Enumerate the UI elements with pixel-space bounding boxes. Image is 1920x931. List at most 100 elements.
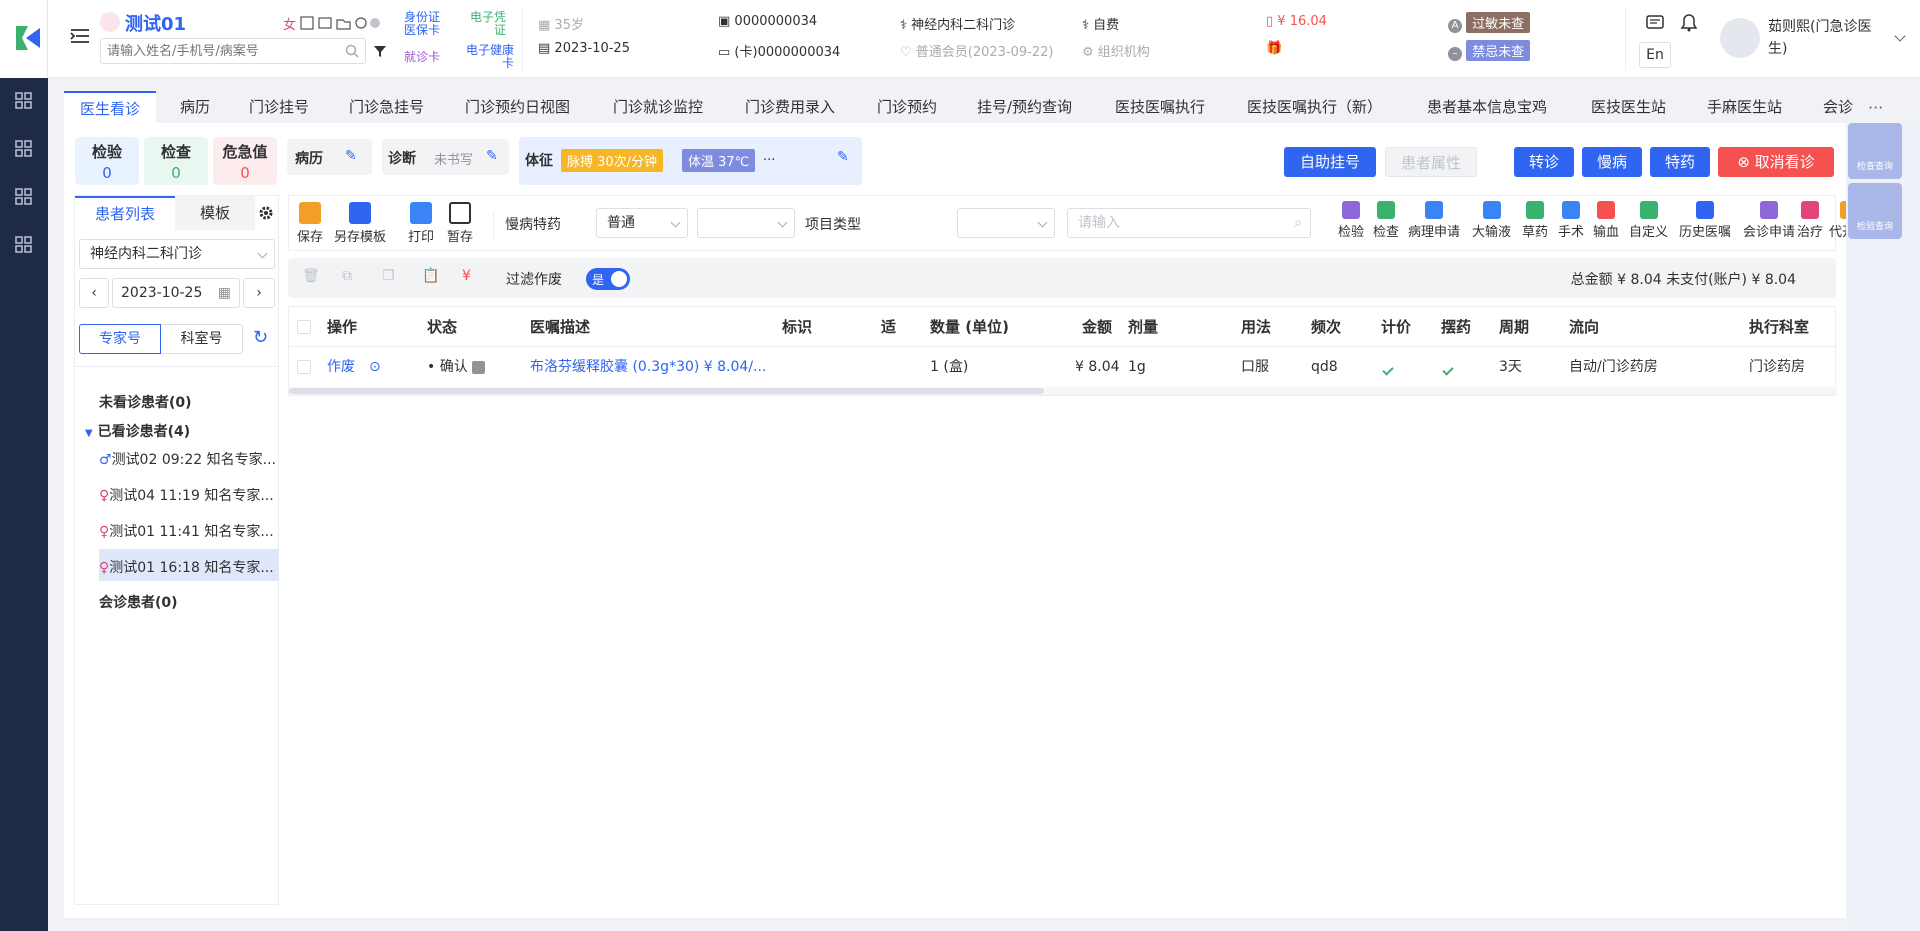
list-item[interactable]: ♂测试02 09:22 知名专家... xyxy=(99,449,276,469)
user-avatar[interactable] xyxy=(1720,18,1760,58)
grid-icon[interactable] xyxy=(14,235,34,255)
filter-void-toggle[interactable]: 是 xyxy=(586,268,630,290)
search-icon[interactable] xyxy=(345,44,359,58)
tab-registration[interactable]: 门诊挂号 xyxy=(249,91,309,123)
search-input[interactable] xyxy=(100,38,366,64)
item-type-select[interactable] xyxy=(957,208,1055,238)
tab-patient-list[interactable]: 患者列表 xyxy=(75,196,175,230)
tab-tech-order[interactable]: 医技医嘱执行 xyxy=(1115,91,1205,123)
visit-card-label[interactable]: 就诊卡 xyxy=(404,48,440,65)
tool-surgery[interactable]: 手术 xyxy=(1558,201,1584,240)
tool-history-orders[interactable]: 历史医嘱 xyxy=(1679,201,1731,240)
void-link[interactable]: 作废 xyxy=(327,347,355,387)
tab-medical-record[interactable]: 病历 xyxy=(180,91,210,123)
stat-critical[interactable]: 危急值 0 xyxy=(213,137,277,185)
grid-icon[interactable] xyxy=(14,139,34,159)
group-consult[interactable]: 会诊患者(0) xyxy=(99,592,178,612)
e-voucher-label[interactable]: 电子凭证 xyxy=(462,11,506,37)
hold-button[interactable]: 暂存 xyxy=(447,202,473,245)
gift-icon[interactable]: 🎁 xyxy=(1266,41,1282,56)
bell-icon[interactable] xyxy=(1680,13,1698,33)
paste-icon[interactable]: 📋 xyxy=(422,268,439,284)
tab-tech-order-new[interactable]: 医技医嘱执行（新） xyxy=(1247,91,1382,123)
tool-infusion[interactable]: 大输液 xyxy=(1472,201,1511,240)
tab-fee-entry[interactable]: 门诊费用录入 xyxy=(745,91,835,123)
filter-icon[interactable] xyxy=(373,44,387,58)
scrollbar-thumb[interactable] xyxy=(289,388,1044,394)
item-search-input[interactable]: 请输入 ⌕ xyxy=(1067,208,1311,238)
tab-tech-doctor[interactable]: 医技医生站 xyxy=(1591,91,1666,123)
cancel-visit-button[interactable]: ⊗ 取消看诊 xyxy=(1718,147,1834,177)
group-icon[interactable]: ⧉ xyxy=(342,268,352,284)
stat-lab[interactable]: 检验 0 xyxy=(75,137,139,185)
edit-icon[interactable]: ✎ xyxy=(345,148,357,164)
select-all-checkbox[interactable] xyxy=(297,320,311,334)
refresh-icon[interactable]: ↻ xyxy=(253,329,271,347)
list-item[interactable]: ♀测试01 16:18 知名专家... xyxy=(99,557,274,577)
search-field[interactable] xyxy=(101,39,331,63)
tab-anesthesia[interactable]: 手麻医生站 xyxy=(1707,91,1782,123)
stat-exam[interactable]: 检查 0 xyxy=(144,137,208,185)
tab-consultation[interactable]: 会诊 xyxy=(1823,91,1854,123)
language-button[interactable]: En xyxy=(1639,42,1671,68)
list-item[interactable]: ♀测试01 11:41 知名专家... xyxy=(99,521,274,541)
extra-select[interactable] xyxy=(697,208,795,238)
tab-appointment-day-view[interactable]: 门诊预约日视图 xyxy=(465,91,570,123)
edit-icon[interactable]: ✎ xyxy=(837,149,849,165)
id-card-label[interactable]: 身份证 医保卡 xyxy=(404,11,460,37)
user-name[interactable]: 茹则熙(门急诊医生) xyxy=(1768,16,1888,60)
list-item[interactable]: ♀测试04 11:19 知名专家... xyxy=(99,485,274,505)
e-health-label[interactable]: 电子健康卡 xyxy=(462,44,514,70)
group-not-seen[interactable]: 未看诊患者(0) xyxy=(99,392,192,412)
patient-attr-button[interactable]: 患者属性 xyxy=(1385,147,1477,177)
tab-visit-monitor[interactable]: 门诊就诊监控 xyxy=(613,91,703,123)
tab-doctor-visit[interactable]: 医生看诊 xyxy=(64,91,157,123)
more-tabs-icon[interactable]: ··· xyxy=(1868,98,1883,117)
copy-icon[interactable]: ❐ xyxy=(382,268,395,284)
print-button[interactable]: 打印 xyxy=(408,202,434,245)
transfer-button[interactable]: 转诊 xyxy=(1514,147,1574,177)
grid-icon[interactable] xyxy=(14,187,34,207)
tool-exam[interactable]: 检查 xyxy=(1373,201,1399,240)
special-drug-button[interactable]: 特药 xyxy=(1650,147,1710,177)
tab-emergency-registration[interactable]: 门诊急挂号 xyxy=(349,91,424,123)
tab-registration-query[interactable]: 挂号/预约查询 xyxy=(977,91,1072,123)
vitals-chip[interactable]: 体征 脉搏 30次/分钟 体温 37℃ ... ✎ xyxy=(519,137,862,185)
row-checkbox[interactable] xyxy=(297,360,311,374)
order-desc[interactable]: 布洛芬缓释胶囊 (0.3g*30) ¥ 8.04/... xyxy=(530,347,766,387)
grid-icon[interactable] xyxy=(14,91,34,111)
horizontal-scrollbar[interactable] xyxy=(289,387,1837,395)
lab-query-button[interactable]: 检验查询 xyxy=(1848,183,1902,239)
tool-herb[interactable]: 草药 xyxy=(1522,201,1548,240)
search-icon[interactable]: ⌕ xyxy=(1294,209,1302,237)
group-seen[interactable]: ▼ 已看诊患者(4) xyxy=(85,421,190,441)
delete-icon[interactable]: 🗑 xyxy=(302,268,320,284)
edit-icon[interactable]: ✎ xyxy=(486,148,498,164)
tab-template[interactable]: 模板 xyxy=(175,196,255,230)
save-template-button[interactable]: 另存模板 xyxy=(334,202,386,245)
gear-icon[interactable] xyxy=(257,204,275,222)
next-date-button[interactable]: › xyxy=(243,278,275,308)
menu-toggle-icon[interactable] xyxy=(70,28,90,44)
more-icon[interactable]: ⊙ xyxy=(369,347,381,387)
patient-name[interactable]: 测试01 xyxy=(125,10,186,36)
tab-appointment[interactable]: 门诊预约 xyxy=(877,91,937,123)
tool-custom[interactable]: 自定义 xyxy=(1629,201,1668,240)
expert-toggle[interactable]: 专家号 xyxy=(79,324,161,354)
history-chip[interactable]: 病历 ✎ xyxy=(287,139,372,175)
save-button[interactable]: 保存 xyxy=(297,202,323,245)
tool-lab[interactable]: 检验 xyxy=(1338,201,1364,240)
tab-patient-info[interactable]: 患者基本信息宝鸡 xyxy=(1427,91,1547,123)
dept-select[interactable]: 神经内科二科门诊 xyxy=(79,239,275,269)
tool-treatment[interactable]: 治疗 xyxy=(1797,201,1823,240)
tool-consult-request[interactable]: 会诊申请 xyxy=(1743,201,1795,240)
chronic-drug-select[interactable]: 普通 xyxy=(596,208,688,238)
room-toggle[interactable]: 科室号 xyxy=(161,324,243,354)
prev-date-button[interactable]: ‹ xyxy=(79,278,109,308)
diagnosis-chip[interactable]: 诊断 未书写 ✎ xyxy=(382,139,509,175)
exam-query-button[interactable]: 检查查询 xyxy=(1848,123,1902,179)
fee-icon[interactable]: ¥ xyxy=(462,268,471,284)
chronic-button[interactable]: 慢病 xyxy=(1582,147,1642,177)
message-icon[interactable] xyxy=(1646,14,1664,32)
self-register-button[interactable]: 自助挂号 xyxy=(1284,147,1376,177)
